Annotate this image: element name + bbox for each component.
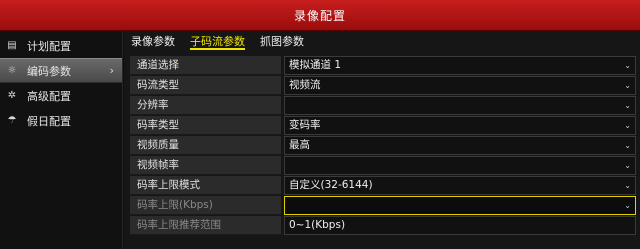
field-label: 码率上限推荐范围 [130,216,281,235]
form-row-resolution: 分辨率 ⌄ [130,96,638,116]
form-row-stream-type: 码流类型 视频流 ⌄ [130,76,638,96]
field-value: 最高 [289,139,310,151]
sidebar-item-label: 编码参数 [27,64,71,78]
bitrate-range-value: 0~1(Kbps) [284,216,636,235]
main-panel: 录像参数 子码流参数 抓图参数 通道选择 模拟通道 1 ⌄ 码流类型 视频流 ⌄… [124,31,640,249]
tab-record-params[interactable]: 录像参数 [131,34,175,50]
form-row-video-quality: 视频质量 最高 ⌄ [130,136,638,156]
chevron-down-icon: ⌄ [624,181,631,190]
field-label: 码率类型 [130,116,281,135]
chevron-down-icon: ⌄ [624,61,631,70]
sidebar-item-holiday[interactable]: ☂ 假日配置 [0,108,122,133]
chevron-down-icon: ⌄ [624,101,631,110]
sidebar-item-encoding[interactable]: ☼ 编码参数 › [0,58,122,83]
sidebar-item-label: 高级配置 [27,89,71,103]
video-quality-select[interactable]: 最高 ⌄ [284,136,636,155]
tab-substream-params[interactable]: 子码流参数 [190,34,245,50]
chevron-down-icon: ⌄ [624,121,631,130]
window-title-bar: 录像配置 [0,0,640,31]
field-label: 码率上限模式 [130,176,281,195]
frame-rate-select[interactable]: ⌄ [284,156,636,175]
stream-type-select[interactable]: 视频流 ⌄ [284,76,636,95]
field-value: 视频流 [289,79,321,91]
field-label: 分辨率 [130,96,281,115]
field-label: 通道选择 [130,56,281,75]
window-title: 录像配置 [293,8,346,23]
form-row-bitrate-limit-mode: 码率上限模式 自定义(32-6144) ⌄ [130,176,638,196]
gear-icon: ☼ [7,65,17,76]
sidebar-item-schedule[interactable]: ▤ 计划配置 [0,33,122,58]
chevron-down-icon: ⌄ [624,141,631,150]
sidebar-item-advanced[interactable]: ✲ 高级配置 [0,83,122,108]
tab-bar: 录像参数 子码流参数 抓图参数 [124,31,640,55]
chevron-down-icon: ⌄ [624,201,631,210]
channel-select[interactable]: 模拟通道 1 ⌄ [284,56,636,75]
umbrella-icon: ☂ [7,115,17,126]
sidebar-item-label: 计划配置 [27,39,71,53]
sidebar-item-label: 假日配置 [27,114,71,128]
bitrate-limit-mode-select[interactable]: 自定义(32-6144) ⌄ [284,176,636,195]
calendar-icon: ▤ [7,40,17,51]
field-label: 视频质量 [130,136,281,155]
chevron-down-icon: ⌄ [624,81,631,90]
settings-icon: ✲ [7,90,17,101]
field-value: 模拟通道 1 [289,59,342,71]
chevron-right-icon: › [109,64,114,77]
form-row-channel: 通道选择 模拟通道 1 ⌄ [130,56,638,76]
sidebar: ▤ 计划配置 ☼ 编码参数 › ✲ 高级配置 ☂ 假日配置 [0,31,123,249]
field-value: 自定义(32-6144) [289,179,373,191]
bitrate-type-select[interactable]: 变码率 ⌄ [284,116,636,135]
encoding-form: 通道选择 模拟通道 1 ⌄ 码流类型 视频流 ⌄ 分辨率 ⌄ 码率类型 变码率 [130,56,638,236]
field-label: 视频帧率 [130,156,281,175]
form-row-bitrate-limit: 码率上限(Kbps) ⌄ [130,196,638,216]
field-value: 变码率 [289,119,321,131]
form-row-frame-rate: 视频帧率 ⌄ [130,156,638,176]
field-label: 码率上限(Kbps) [130,196,281,215]
form-row-bitrate-range: 码率上限推荐范围 0~1(Kbps) [130,216,638,236]
form-row-bitrate-type: 码率类型 变码率 ⌄ [130,116,638,136]
resolution-select[interactable]: ⌄ [284,96,636,115]
field-label: 码流类型 [130,76,281,95]
tab-snapshot-params[interactable]: 抓图参数 [260,34,304,50]
bitrate-limit-select[interactable]: ⌄ [284,196,636,215]
field-value: 0~1(Kbps) [289,219,346,231]
chevron-down-icon: ⌄ [624,161,631,170]
